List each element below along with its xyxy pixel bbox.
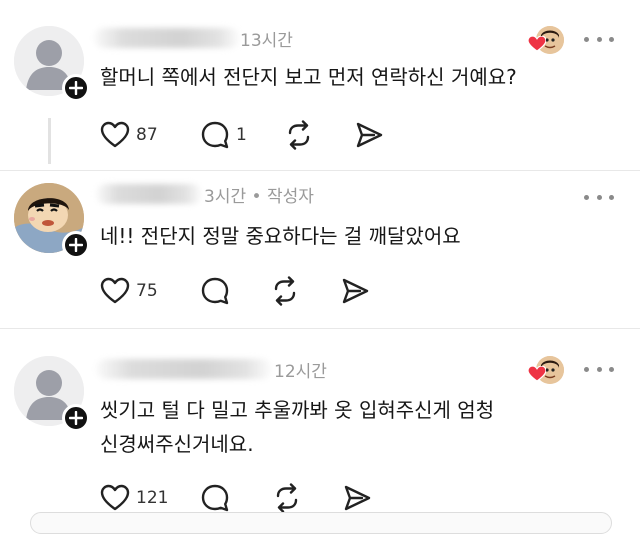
like-button[interactable]: 121 xyxy=(100,481,168,515)
comment-text-line: 할머니 쪽에서 전단지 보고 먼저 연락하신 거예요? xyxy=(100,65,517,89)
more-dot xyxy=(584,36,589,42)
more-dot xyxy=(584,366,589,372)
plus-icon xyxy=(69,81,83,95)
heart-outline-icon xyxy=(100,121,130,148)
heart-filled-icon xyxy=(528,36,546,52)
speech-bubble-icon xyxy=(201,484,229,512)
repost-button[interactable] xyxy=(284,118,314,152)
more-dot xyxy=(596,194,602,200)
repost-arrows-icon xyxy=(288,120,310,150)
comment-divider xyxy=(0,328,640,329)
share-button[interactable] xyxy=(354,118,384,152)
more-dot xyxy=(609,366,614,372)
plus-icon xyxy=(69,238,83,252)
plus-icon xyxy=(69,411,83,425)
comment-divider xyxy=(0,170,640,171)
heart-outline-icon xyxy=(100,484,130,511)
timestamp-text: 13시간 xyxy=(240,31,293,51)
more-dot xyxy=(609,194,614,200)
heart-outline-icon xyxy=(100,277,130,304)
comment-text-line: 씻기고 털 다 밀고 추울까봐 옷 입혀주신게 엄청 xyxy=(100,398,495,422)
reply-input-bar[interactable] xyxy=(30,512,612,534)
blurred-username[interactable] xyxy=(96,184,202,204)
comment-timestamp: 3시간 • 작성자 xyxy=(204,182,314,207)
repost-arrows-icon xyxy=(274,276,296,306)
reply-count: 1 xyxy=(236,125,247,145)
send-paper-plane-icon xyxy=(342,278,369,304)
follow-plus-button[interactable] xyxy=(62,74,90,102)
thread-connector-line xyxy=(48,118,51,164)
timestamp-text: 3시간 xyxy=(204,187,247,207)
timestamp-text: 12시간 xyxy=(274,362,327,382)
comment-text: 네!! 전단지 정말 중요하다는 걸 깨달았어요 xyxy=(100,219,461,253)
repost-arrows-icon xyxy=(276,483,298,513)
like-button[interactable]: 75 xyxy=(100,274,158,308)
like-count: 121 xyxy=(136,488,169,508)
author-liked-indicator xyxy=(528,26,564,54)
more-options-button[interactable] xyxy=(584,364,614,374)
follow-plus-button[interactable] xyxy=(62,404,90,432)
reply-button[interactable]: 1 xyxy=(200,118,247,152)
comment-text-line: 네!! 전단지 정말 중요하다는 걸 깨달았어요 xyxy=(100,224,461,248)
author-liked-indicator xyxy=(528,356,564,384)
comment-timestamp: 13시간 xyxy=(240,26,293,51)
comment-text: 씻기고 털 다 밀고 추울까봐 옷 입혀주신게 엄청 신경써주신거네요. xyxy=(100,393,494,461)
comment-text: 할머니 쪽에서 전단지 보고 먼저 연락하신 거예요? xyxy=(100,60,517,94)
more-options-button[interactable] xyxy=(584,34,614,44)
action-bar: 121 xyxy=(100,481,400,515)
more-options-button[interactable] xyxy=(584,192,614,202)
reply-button[interactable] xyxy=(200,274,236,308)
action-bar: 75 xyxy=(100,274,400,308)
speech-bubble-icon xyxy=(201,277,229,305)
repost-button[interactable] xyxy=(272,481,302,515)
send-paper-plane-icon xyxy=(356,122,383,148)
comment-text-line: 신경써주신거네요. xyxy=(100,432,254,456)
like-button[interactable]: 87 xyxy=(100,118,158,152)
blurred-username[interactable] xyxy=(94,28,240,48)
more-dot xyxy=(584,194,589,200)
like-count: 87 xyxy=(136,125,158,145)
comment-timestamp: 12시간 xyxy=(274,357,327,382)
share-button[interactable] xyxy=(340,274,370,308)
author-tag: • 작성자 xyxy=(251,187,314,207)
repost-button[interactable] xyxy=(270,274,300,308)
reply-button[interactable] xyxy=(200,481,236,515)
follow-plus-button[interactable] xyxy=(62,231,90,259)
speech-bubble-icon xyxy=(201,121,229,149)
more-dot xyxy=(596,366,602,372)
more-dot xyxy=(596,36,602,42)
share-button[interactable] xyxy=(342,481,372,515)
more-dot xyxy=(609,36,614,42)
send-paper-plane-icon xyxy=(344,485,371,511)
action-bar: 87 1 xyxy=(100,118,400,152)
heart-filled-icon xyxy=(528,366,546,382)
like-count: 75 xyxy=(136,281,158,301)
blurred-username[interactable] xyxy=(96,359,272,379)
